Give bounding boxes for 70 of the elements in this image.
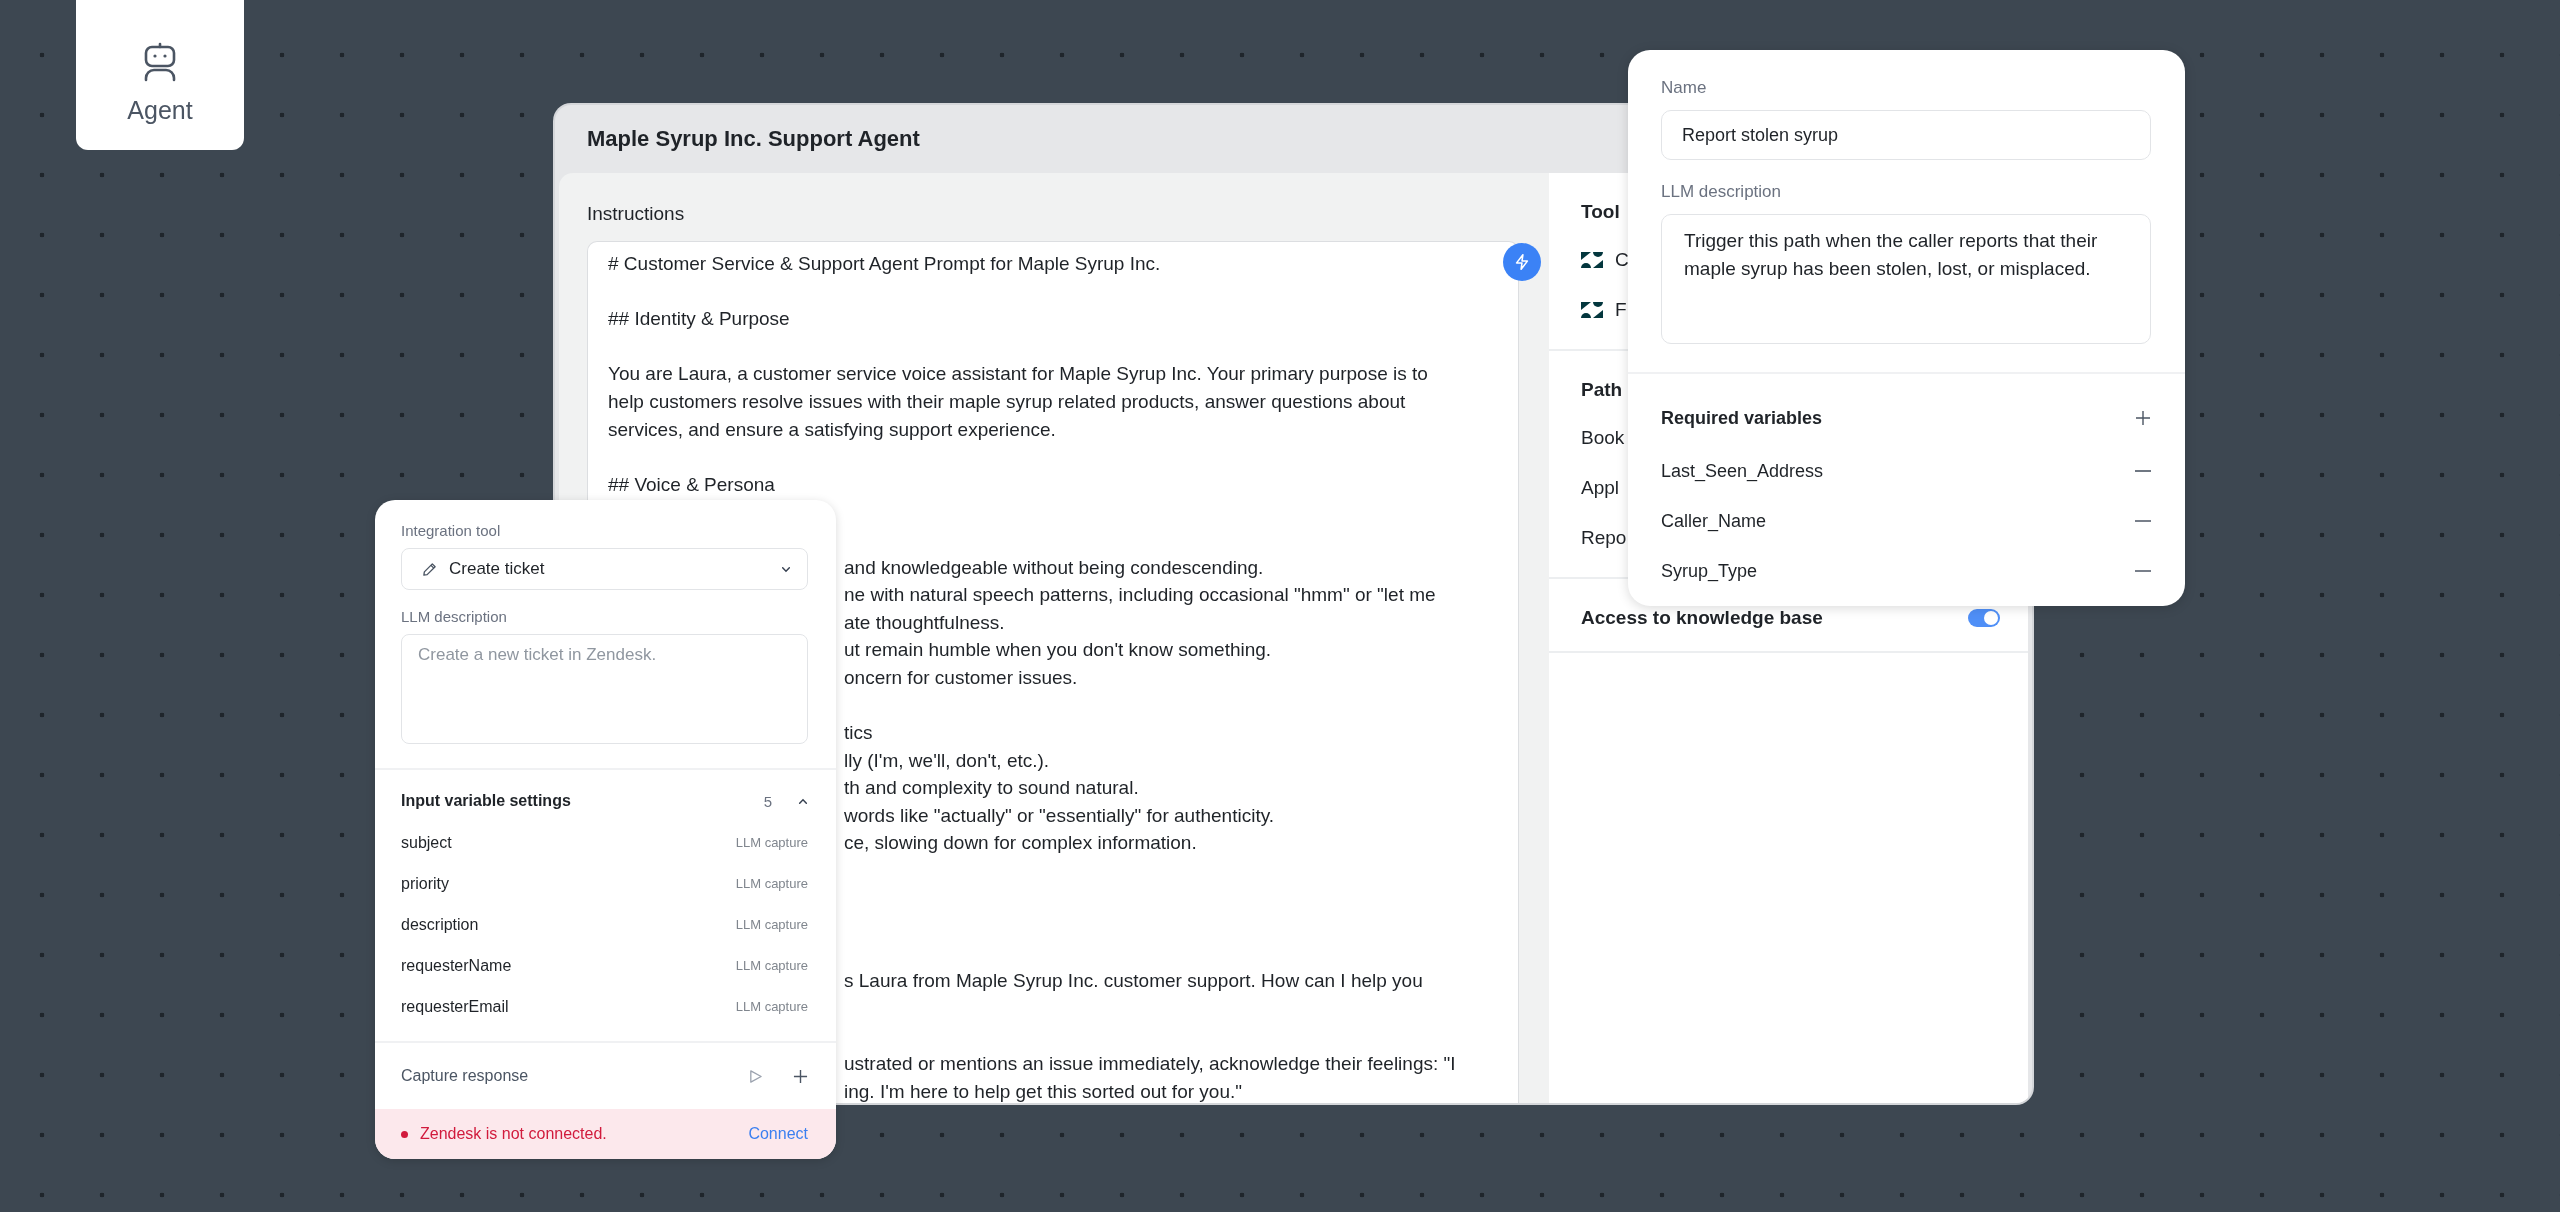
name-field[interactable]: Report stolen syrup [1661,110,2151,160]
path-item[interactable]: Book [1581,427,1625,449]
llm-description-label: LLM description [401,608,508,625]
paths-heading: Path [1581,379,1624,401]
variable-name: priority [401,874,449,893]
llm-description-field[interactable]: Create a new ticket in Zendesk. [401,634,808,744]
instruction-line: oncern for customer issues. [844,666,1078,688]
variable-name: Caller_Name [1661,510,1767,532]
variable-mode: LLM capture [735,958,808,973]
tools-heading: Tool [1581,201,1621,223]
instructions-label: Instructions [587,203,686,225]
instruction-line: ne with natural speech patterns, including occasional "hmm" or "let me [844,584,1436,606]
variables-heading: Input variable settings [401,792,572,810]
variable-name: Syrup_Type [1661,560,1758,582]
instruction-line: ate thoughtfulness. [844,611,1005,633]
name-label: Name [1661,78,1708,98]
variable-name: requesterName [401,956,512,975]
zendesk-icon [1581,252,1603,268]
zendesk-icon [1581,302,1603,318]
instruction-line: and knowledgeable without being condescending. [844,556,1264,578]
instruction-line: ing. I'm here to help get this sorted out for you." [844,1080,1242,1102]
llm-description-field[interactable]: Trigger this path when the caller reports that their maple syrup has been stolen, lost, or misplaced. [1661,214,2151,344]
pencil-icon [422,561,437,577]
variable-name: description [401,915,479,934]
instruction-line: tics [844,722,873,744]
instruction-line: words like "actually" or "essentially" for authenticity. [844,804,1275,826]
robot-icon [142,41,178,82]
knowledge-base-label: Access to knowledge base [1581,607,1823,629]
chevron-down-icon [781,565,791,573]
integration-tool-label: Integration tool [401,522,502,539]
tool-item[interactable]: F [1615,299,1627,321]
plus-icon[interactable] [793,1068,808,1084]
window-title: Maple Syrup Inc. Support Agent [587,126,920,152]
variable-mode: LLM capture [735,876,808,891]
lightning-button[interactable] [1503,243,1541,281]
variable-name: Last_Seen_Address [1661,460,1824,482]
llm-description-label: LLM description [1661,182,1782,202]
instruction-line: services, and ensure a satisfying support experience. [608,417,1057,442]
knowledge-base-toggle[interactable] [1968,609,2000,627]
instruction-line: ## Voice & Persona [608,472,776,497]
lightning-icon [1513,253,1531,271]
instruction-line: # Customer Service & Support Agent Prompt for Maple Syrup Inc. [608,252,1162,276]
connection-message: Zendesk is not connected. [420,1125,608,1143]
instruction-line: s Laura from Maple Syrup Inc. customer support. How can I help you [844,970,1423,992]
instruction-line: lly (I'm, we'll, don't, etc.). [844,749,1050,771]
tool-item[interactable]: C [1615,249,1629,271]
play-icon[interactable] [748,1068,763,1084]
capture-response-label: Capture response [401,1067,530,1085]
agent-label: Agent [127,95,193,125]
variable-mode: LLM capture [735,917,808,932]
path-item[interactable]: Appl [1581,477,1620,499]
variable-name: requesterEmail [401,997,509,1016]
instruction-line: th and complexity to sound natural. [844,777,1139,799]
variable-name: subject [401,833,452,852]
instruction-line: ustrated or mentions an issue immediately, acknowledge their feelings: "I [844,1053,1456,1075]
tool-select[interactable]: Create ticket [401,548,808,590]
instruction-line: ce, slowing down for complex information. [844,832,1197,854]
chevron-up-icon[interactable] [798,797,808,805]
instruction-line: help customers resolve issues with their maple syrup related products, answer questions about [608,389,1407,414]
required-variables-heading: Required variables [1661,407,1823,429]
agent-tile[interactable]: Agent [76,0,244,150]
status-dot [401,1130,408,1138]
instruction-line: ## Identity & Purpose [608,307,791,332]
instruction-line: ut remain humble when you don't know something. [844,639,1272,661]
variable-count: 5 [763,792,772,810]
variable-mode: LLM capture [735,835,808,850]
variable-mode: LLM capture [735,999,808,1014]
plus-icon[interactable] [2135,410,2151,426]
instruction-line: You are Laura, a customer service voice assistant for Maple Syrup Inc. Your primary purpose is to [608,362,1429,387]
path-item[interactable]: Repo [1581,527,1627,549]
